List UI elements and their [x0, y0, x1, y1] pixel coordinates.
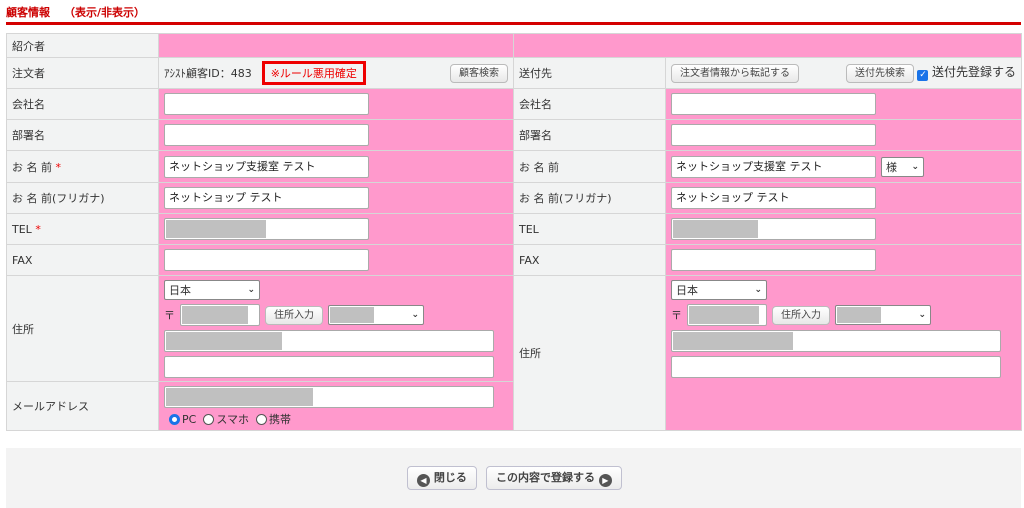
company-label: 会社名 [6, 88, 159, 120]
orderer-label: 注文者 [6, 57, 159, 89]
dest-fax-label: FAX [513, 244, 666, 276]
prefecture-select[interactable]: ⌄ [328, 305, 424, 325]
company-input[interactable] [164, 93, 369, 115]
dest-name-input[interactable]: ネットショップ支援室 テスト [671, 155, 876, 178]
address-label: 住所 [6, 275, 159, 382]
assist-customer-id: ｱｼｽﾄ顧客ID：483 [164, 67, 252, 80]
chevron-down-icon: ⌄ [911, 161, 919, 172]
postal-mark: 〒 [164, 309, 175, 322]
chevron-right-icon: ▶ [598, 474, 612, 487]
chevron-down-icon: ⌄ [411, 310, 419, 320]
dept-input[interactable] [164, 124, 369, 146]
register-destination-checkbox[interactable]: ✓ 送付先登録する [917, 65, 1016, 81]
dest-address-lookup-button[interactable]: 住所入力 [772, 305, 830, 325]
footer-bar: ◀ 閉じる この内容で登録する ▶ [6, 448, 1021, 508]
dest-address1-input[interactable] [671, 330, 1001, 352]
dest-postal-mark: 〒 [671, 309, 682, 322]
dest-address2-input[interactable] [671, 356, 1001, 378]
destination-search-button[interactable]: 送付先検索 [845, 64, 914, 83]
kana-label: お 名 前(フリガナ) [6, 182, 159, 214]
register-destination-label: 送付先登録する [931, 65, 1016, 79]
dest-dept-input[interactable] [671, 124, 876, 146]
chevron-down-icon: ⌄ [754, 285, 762, 295]
dest-tel-label: TEL [513, 213, 666, 245]
tel-input[interactable] [164, 218, 369, 240]
rule-abuse-notice: ※ルール悪用確定 [261, 61, 366, 85]
header-divider [6, 22, 1021, 25]
dest-tel-input[interactable] [671, 218, 876, 240]
checkbox-checked-icon: ✓ [917, 70, 929, 81]
chevron-down-icon: ⌄ [918, 310, 926, 320]
customer-form-table: 紹介者 注文者 ｱｼｽﾄ顧客ID：483 ※ルール悪用確定 顧客検索 送付先 注文者… [6, 33, 1022, 431]
dept-label: 部署名 [6, 119, 159, 151]
dest-name-label: お 名 前 [513, 150, 666, 183]
dest-kana-input[interactable]: ネットショップ テスト [671, 187, 876, 209]
postal-code-input[interactable] [180, 304, 260, 326]
fax-label: FAX [6, 244, 159, 276]
email-label: メールアドレス [6, 381, 159, 431]
email-input[interactable] [164, 385, 494, 408]
dest-fax-input[interactable] [671, 249, 876, 271]
name-input[interactable]: ネットショップ支援室 テスト [164, 155, 369, 178]
destination-label: 送付先 [513, 57, 666, 89]
copy-from-orderer-button[interactable]: 注文者情報から転記する [671, 63, 799, 83]
dest-postal-code-input[interactable] [687, 304, 767, 326]
kana-input[interactable]: ネットショップ テスト [164, 187, 369, 209]
radio-mobile[interactable]: 携帯 [256, 413, 291, 426]
radio-smartphone[interactable]: スマホ [203, 413, 249, 426]
customer-search-button[interactable]: 顧客検索 [450, 63, 508, 83]
dest-company-input[interactable] [671, 93, 876, 115]
radio-pc[interactable]: PC [169, 413, 196, 426]
chevron-down-icon: ⌄ [247, 285, 255, 295]
dest-company-label: 会社名 [513, 88, 666, 120]
address-lookup-button[interactable]: 住所入力 [265, 305, 323, 325]
dest-country-select[interactable]: 日本 ⌄ [671, 280, 767, 300]
section-header: 顧客情報 （表示/非表示） [6, 4, 145, 20]
dest-address-label: 住所 [513, 275, 666, 431]
dest-kana-label: お 名 前(フリガナ) [513, 182, 666, 214]
chevron-left-icon: ◀ [417, 474, 430, 487]
address1-input[interactable] [164, 330, 494, 352]
dest-prefecture-select[interactable]: ⌄ [835, 305, 931, 325]
submit-button[interactable]: この内容で登録する ▶ [486, 466, 622, 490]
country-select[interactable]: 日本 ⌄ [164, 280, 260, 300]
dest-dept-label: 部署名 [513, 119, 666, 151]
fax-input[interactable] [164, 249, 369, 271]
address2-input[interactable] [164, 356, 494, 378]
tel-label: TEL * [6, 213, 159, 245]
honorific-select[interactable]: 様 ⌄ [881, 156, 924, 177]
toggle-visibility-link[interactable]: （表示/非表示） [64, 6, 145, 19]
referrer-label: 紹介者 [6, 33, 159, 58]
close-button[interactable]: ◀ 閉じる [407, 466, 477, 490]
section-title: 顧客情報 [6, 6, 50, 19]
name-label: お 名 前 * [6, 150, 159, 183]
